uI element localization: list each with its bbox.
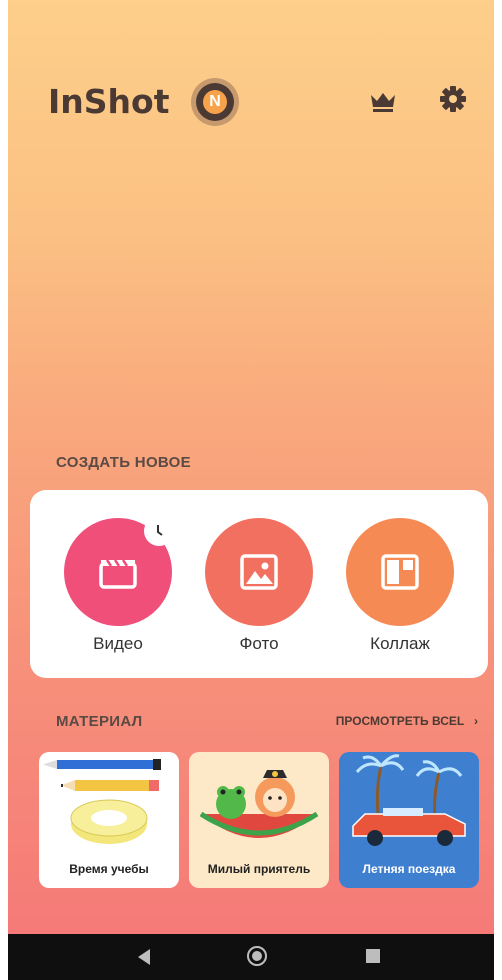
create-new-title: СОЗДАТЬ НОВОЕ	[56, 454, 191, 471]
chevron-right-icon: ›	[467, 714, 478, 728]
clapperboard-icon	[99, 559, 137, 589]
car-palm-illustration	[352, 754, 466, 846]
card-label-study: Время учебы	[69, 862, 149, 876]
photo-label: Фото	[239, 634, 279, 653]
material-card-friend[interactable]: Милый приятель	[189, 752, 329, 888]
recent-apps-icon[interactable]	[366, 949, 380, 963]
system-nav-bar	[8, 934, 494, 980]
collage-label: Коллаж	[370, 634, 430, 653]
video-label: Видео	[93, 634, 143, 653]
app-logo: InShot	[48, 82, 170, 121]
see-all-label: ПРОСМОТРЕТЬ ВСЕL	[335, 714, 464, 728]
card-label-summer: Летняя поездка	[362, 862, 456, 876]
new-badge[interactable]: N	[191, 78, 239, 126]
material-card-summer[interactable]: Летняя поездка	[339, 752, 479, 888]
photo-tile[interactable]: Фото	[205, 518, 313, 654]
gear-icon[interactable]	[438, 84, 468, 114]
clock-badge	[144, 516, 174, 546]
badge-letter: N	[203, 90, 227, 114]
clock-icon	[157, 525, 163, 536]
material-card-study[interactable]: Время учебы	[39, 752, 179, 888]
frog-monkey-illustration	[199, 770, 319, 838]
collage-tile[interactable]: Коллаж	[346, 518, 454, 654]
home-icon[interactable]	[246, 945, 268, 967]
video-tile[interactable]: Видео	[64, 516, 174, 654]
home-screen: InShot N СОЗДАТЬ НОВОЕ Видео Фото Коллаж…	[8, 0, 494, 934]
see-all-link[interactable]: ПРОСМОТРЕТЬ ВСЕL ›	[336, 714, 478, 728]
stationery-illustration	[43, 759, 161, 844]
create-card: Видео Фото Коллаж	[30, 490, 488, 678]
back-icon[interactable]	[136, 948, 152, 966]
material-title: МАТЕРИАЛ	[56, 713, 143, 730]
collage-icon	[381, 554, 419, 590]
image-icon	[240, 554, 278, 590]
crown-icon[interactable]	[368, 86, 398, 116]
card-label-friend: Милый приятель	[207, 862, 311, 876]
